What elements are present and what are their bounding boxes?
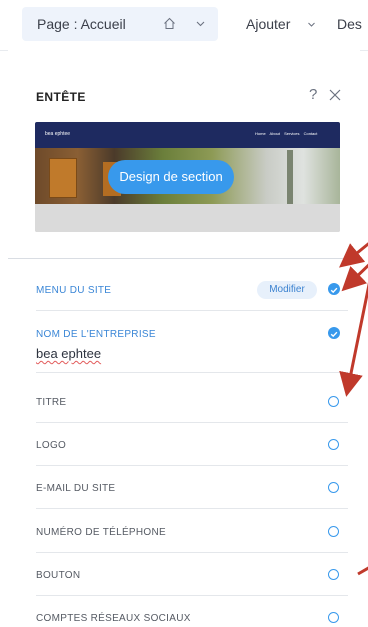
row-divider <box>36 310 348 311</box>
checkmark-icon <box>330 331 338 338</box>
help-button[interactable]: ? <box>309 86 317 103</box>
row-social-accounts[interactable]: COMPTES RÉSEAUX SOCIAUX <box>36 599 348 627</box>
unchecked-icon[interactable] <box>328 526 339 537</box>
unchecked-icon[interactable] <box>328 569 339 580</box>
preview-nav-links: Home About Services Contact <box>255 131 318 136</box>
row-site-menu[interactable]: MENU DU SITE Modifier <box>36 271 348 311</box>
unchecked-icon[interactable] <box>328 612 339 623</box>
preview-beehive <box>49 158 77 198</box>
row-label: MENU DU SITE <box>36 285 112 296</box>
row-site-email[interactable]: E-MAIL DU SITE <box>36 469 348 509</box>
row-business-name[interactable]: NOM DE L'ENTREPRISE bea ephtee <box>36 313 348 373</box>
chevron-down-icon <box>196 21 205 27</box>
close-icon[interactable] <box>329 89 341 101</box>
row-label: NOM DE L'ENTREPRISE <box>36 329 156 340</box>
row-label: NUMÉRO DE TÉLÉPHONE <box>36 527 166 538</box>
preview-site-name: bea ephtee <box>45 131 71 137</box>
preview-tree <box>287 150 293 204</box>
checked-icon[interactable] <box>328 283 340 295</box>
section-design-label: Design de section <box>119 169 223 184</box>
row-label: COMPTES RÉSEAUX SOCIAUX <box>36 613 191 624</box>
unchecked-icon[interactable] <box>328 482 339 493</box>
section-design-button[interactable]: Design de section <box>108 160 234 194</box>
row-label: LOGO <box>36 440 67 451</box>
business-name-value[interactable]: bea ephtee <box>36 346 101 361</box>
unchecked-icon[interactable] <box>328 439 339 450</box>
add-menu[interactable]: Ajouter <box>246 16 290 32</box>
row-divider <box>36 595 348 596</box>
header-settings-panel: ENTÊTE ? bea ephtee Home About Services … <box>8 50 360 627</box>
row-divider <box>36 372 348 373</box>
row-divider <box>36 552 348 553</box>
row-label: TITRE <box>36 397 67 408</box>
checkmark-icon <box>330 287 338 294</box>
home-icon <box>164 17 175 29</box>
unchecked-icon[interactable] <box>328 396 339 407</box>
design-menu[interactable]: Des <box>337 16 362 32</box>
chevron-down-icon <box>308 22 315 27</box>
top-toolbar: Page : Accueil Ajouter Des <box>0 0 368 51</box>
row-divider <box>36 422 348 423</box>
page-selector[interactable]: Page : Accueil <box>22 7 218 41</box>
checked-icon[interactable] <box>328 327 340 339</box>
divider <box>8 258 360 259</box>
row-phone-number[interactable]: NUMÉRO DE TÉLÉPHONE <box>36 513 348 553</box>
row-label: E-MAIL DU SITE <box>36 483 116 494</box>
page-selector-label: Page : Accueil <box>37 16 126 32</box>
row-title[interactable]: TITRE <box>36 383 348 423</box>
row-divider <box>36 508 348 509</box>
panel-title: ENTÊTE <box>36 90 86 104</box>
preview-nav-bar: bea ephtee Home About Services Contact <box>35 122 340 148</box>
row-label: BOUTON <box>36 570 81 581</box>
header-preview[interactable]: bea ephtee Home About Services Contact D… <box>35 122 340 232</box>
row-divider <box>36 465 348 466</box>
row-logo[interactable]: LOGO <box>36 426 348 466</box>
preview-strip <box>35 204 340 232</box>
modify-button[interactable]: Modifier <box>257 281 317 299</box>
row-button[interactable]: BOUTON <box>36 556 348 596</box>
modify-label: Modifier <box>269 284 305 295</box>
